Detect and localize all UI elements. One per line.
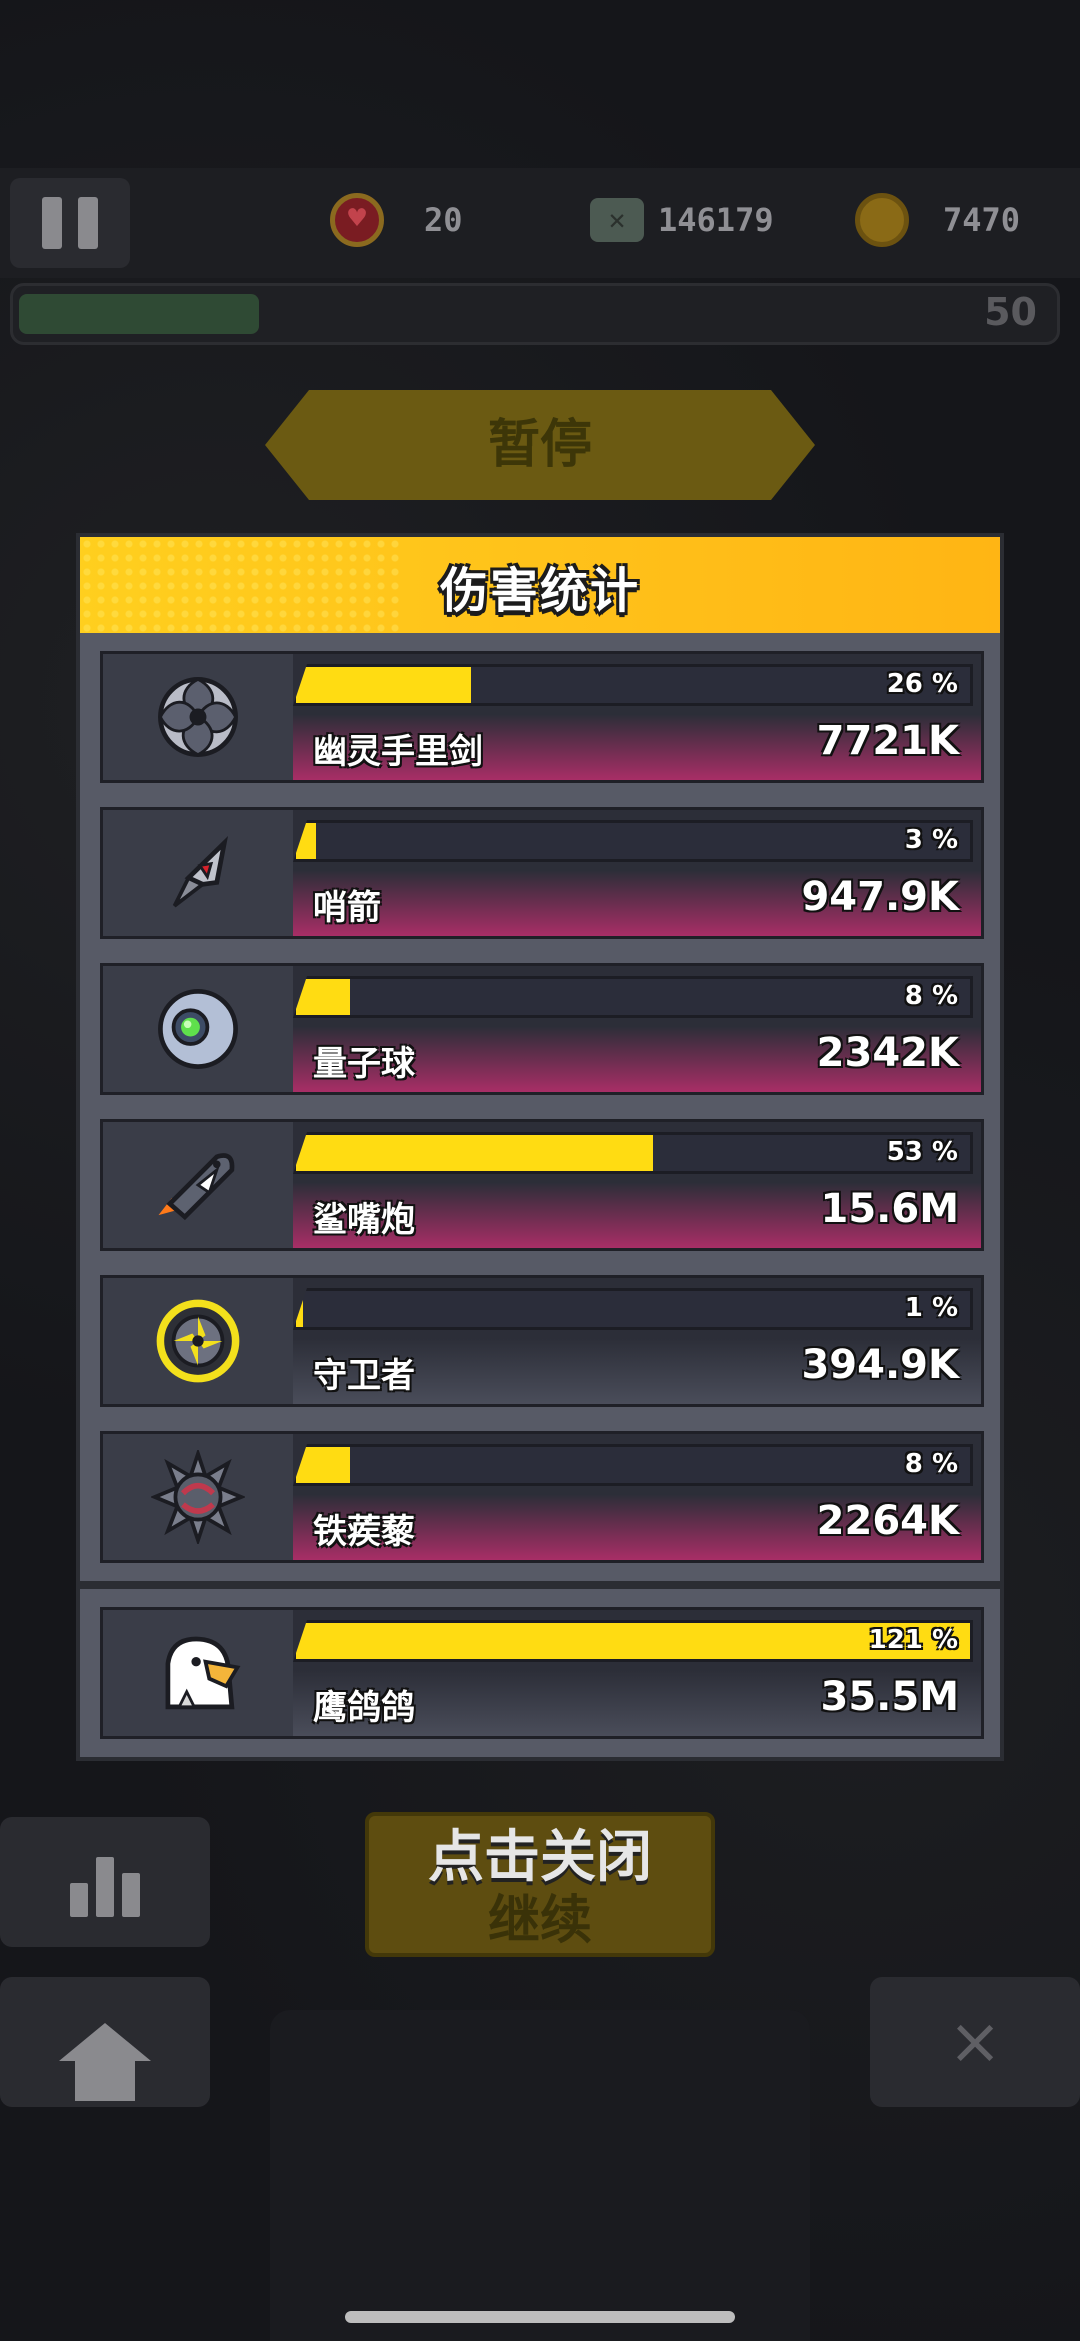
damage-percent-label: 53 %	[886, 1137, 958, 1167]
weapon-damage: 947.9K	[801, 874, 959, 920]
eagle-icon	[165, 1636, 241, 1710]
damage-percent-label: 3 %	[904, 825, 958, 855]
weapon-icon-cell	[103, 654, 293, 780]
skull-icon: ✕	[590, 198, 644, 242]
damage-percent-label: 1 %	[904, 1293, 958, 1323]
tap-to-close-hint[interactable]: 点击关闭	[0, 1812, 1080, 1893]
weapon-icon-cell	[103, 1122, 293, 1248]
pet-damage: 35.5M	[820, 1674, 960, 1720]
weapon-damage: 2342K	[816, 1030, 959, 1076]
weapon-damage: 394.9K	[801, 1342, 959, 1388]
modal-title: 伤害统计	[439, 563, 640, 619]
weapon-damage: 15.6M	[820, 1186, 960, 1232]
kills-stat: ✕ 146179	[590, 190, 774, 250]
coins-stat: 7470	[855, 190, 1020, 250]
hp-value: 20	[424, 201, 463, 239]
damage-percent-bar: 53 %	[293, 1132, 973, 1174]
damage-percent-label: 121 %	[868, 1625, 958, 1655]
level-number: 50	[984, 290, 1037, 334]
section-divider	[80, 1581, 1000, 1589]
pet-row: 121 % 鹰鸽鸽 35.5M	[100, 1607, 984, 1739]
weapon-row: 8 % 铁蒺藜 2264K	[100, 1431, 984, 1563]
damage-percent-label: 8 %	[904, 1449, 958, 1479]
coin-icon	[855, 193, 909, 247]
heart-icon	[330, 193, 384, 247]
spiked-ball-icon	[151, 1450, 245, 1544]
arrow-icon	[172, 836, 229, 908]
weapon-damage: 2264K	[816, 1498, 959, 1544]
guardian-icon	[156, 1299, 240, 1383]
damage-percent-label: 8 %	[904, 981, 958, 1011]
weapon-name: 鲨嘴炮	[313, 1200, 415, 1240]
damage-percent-bar: 1 %	[293, 1288, 973, 1330]
weapon-name: 守卫者	[313, 1356, 415, 1396]
coins-value: 7470	[943, 201, 1021, 239]
pause-banner: 暂停	[265, 390, 815, 500]
damage-percent-bar: 3 %	[293, 820, 973, 862]
modal-header: 伤害统计	[80, 537, 1000, 633]
home-indicator	[345, 2311, 735, 2323]
damage-percent-fill	[296, 667, 472, 703]
bottom-panel	[270, 2010, 810, 2341]
level-progress: 50	[10, 283, 1060, 345]
weapon-icon-cell	[103, 1278, 293, 1404]
weapon-row: 1 % 守卫者 394.9K	[100, 1275, 984, 1407]
level-progress-fill	[19, 294, 259, 334]
damage-percent-fill	[296, 1135, 654, 1171]
weapon-name: 幽灵手里剑	[313, 732, 483, 772]
weapon-row: 53 % 鲨嘴炮 15.6M	[100, 1119, 984, 1251]
quantum-orb-icon	[158, 989, 238, 1069]
damage-percent-bar: 121 %	[293, 1620, 973, 1662]
mute-button[interactable]: ⨯	[870, 1977, 1080, 2107]
weapon-row: 3 % 哨箭 947.9K	[100, 807, 984, 939]
mute-icon: ⨯	[948, 2005, 1002, 2079]
damage-percent-bar: 8 %	[293, 976, 973, 1018]
weapon-icon-cell	[103, 1434, 293, 1560]
pet-icon-cell	[103, 1610, 293, 1736]
weapon-icon-cell	[103, 966, 293, 1092]
weapon-damage: 7721K	[816, 718, 959, 764]
pause-button[interactable]	[10, 178, 130, 268]
home-button[interactable]	[0, 1977, 210, 2107]
shark-rocket-icon	[158, 1153, 235, 1221]
pet-name: 鹰鸽鸽	[313, 1688, 415, 1728]
weapon-name: 量子球	[313, 1044, 415, 1084]
kills-value: 146179	[658, 201, 774, 239]
damage-percent-bar: 8 %	[293, 1444, 973, 1486]
weapon-icon-cell	[103, 810, 293, 936]
hp-stat: 20	[330, 190, 463, 250]
weapon-name: 铁蒺藜	[313, 1512, 415, 1552]
damage-percent-bar: 26 %	[293, 664, 973, 706]
weapon-row: 26 % 幽灵手里剑 7721K	[100, 651, 984, 783]
home-icon	[59, 2023, 151, 2101]
weapon-name: 哨箭	[313, 888, 381, 928]
damage-stats-modal: 伤害统计 26 % 幽灵手里剑 7721K 3 % 哨箭 947.9K 8 % …	[76, 533, 1004, 1761]
shuriken-icon	[158, 677, 238, 757]
weapon-row: 8 % 量子球 2342K	[100, 963, 984, 1095]
damage-percent-label: 26 %	[886, 669, 958, 699]
